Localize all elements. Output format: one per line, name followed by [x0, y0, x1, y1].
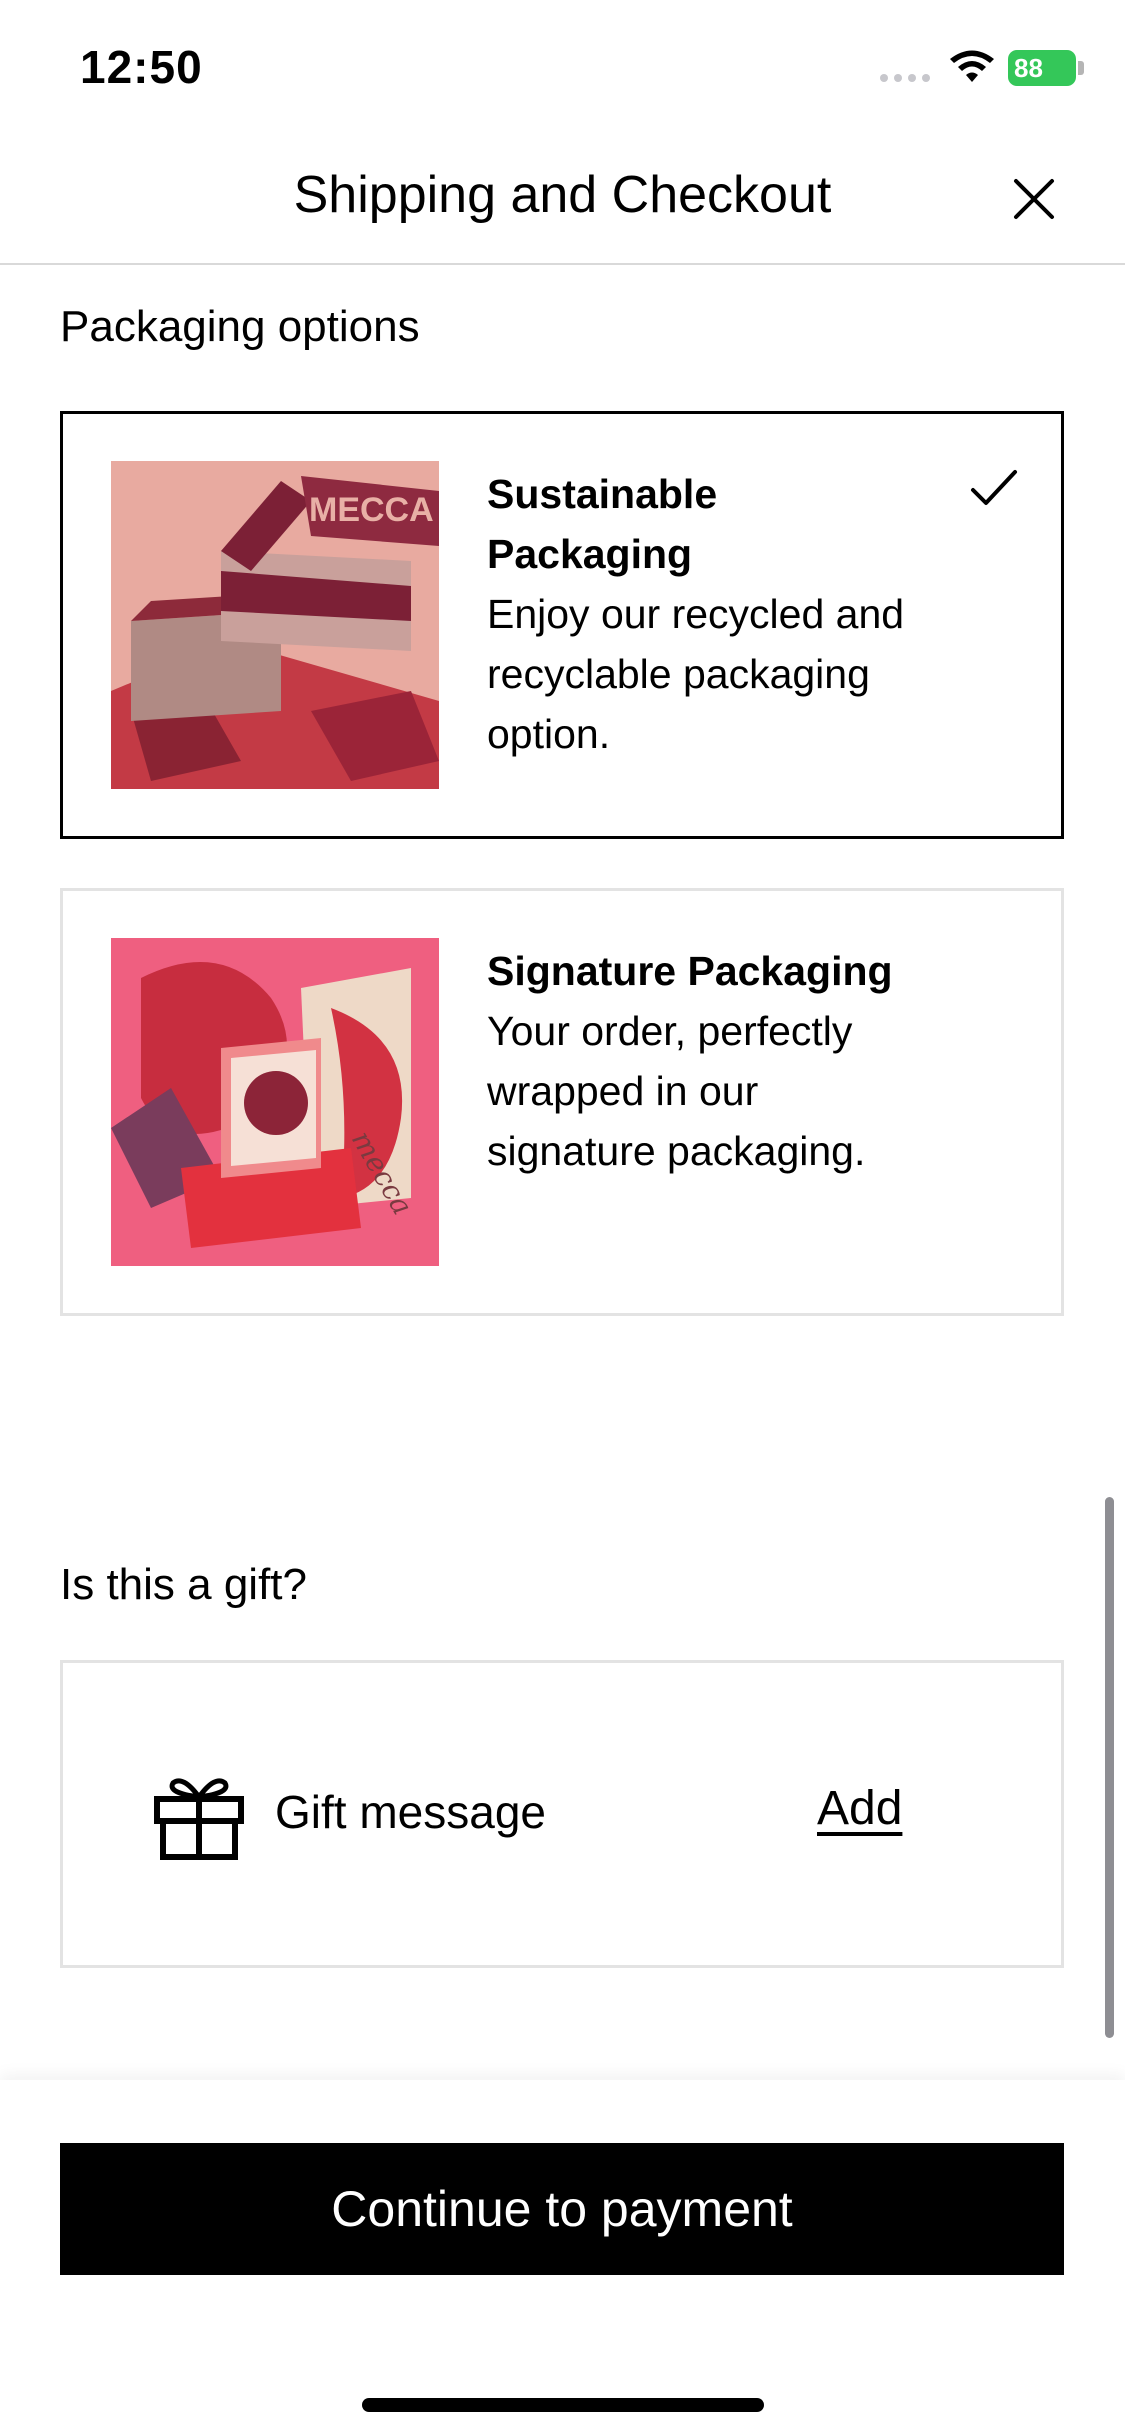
battery-level: 88	[1014, 53, 1043, 83]
image-brand-text: MECCA	[309, 491, 434, 529]
footer: Continue to payment	[0, 2080, 1125, 2436]
packaging-option-description: Enjoy our recycled and recyclable packag…	[487, 591, 905, 757]
gift-icon	[154, 1778, 244, 1860]
wifi-icon	[950, 50, 994, 82]
packaging-option-sustainable[interactable]: MECCA Sustainable Packaging Enjoy our re…	[60, 411, 1064, 839]
header: Shipping and Checkout	[0, 135, 1125, 265]
battery-charging-icon: 88	[1008, 50, 1076, 86]
battery-nub	[1078, 61, 1084, 75]
continue-to-payment-button[interactable]: Continue to payment	[60, 2143, 1064, 2275]
page-title: Shipping and Checkout	[293, 166, 832, 224]
checkmark-icon	[971, 470, 1017, 505]
status-time: 12:50	[80, 41, 203, 93]
status-bar: 12:50 88	[0, 0, 1125, 135]
packaging-section-title: Packaging options	[60, 302, 420, 351]
scrollbar[interactable]	[1105, 1497, 1114, 2038]
cellular-signal-icon	[880, 74, 930, 82]
gift-add-link[interactable]: Add	[817, 1781, 902, 1836]
close-icon[interactable]	[1010, 175, 1058, 223]
packaging-option-name: Signature Packaging	[487, 948, 893, 994]
sustainable-packaging-image: MECCA	[111, 461, 439, 789]
gift-message-label: Gift message	[275, 1786, 546, 1838]
signature-packaging-image: mecca	[111, 938, 439, 1266]
gift-message-card: Gift message Add	[60, 1660, 1064, 1968]
packaging-option-signature[interactable]: mecca Signature Packaging Your order, pe…	[60, 888, 1064, 1316]
gift-section-title: Is this a gift?	[60, 1560, 308, 1609]
packaging-option-description: Your order, perfectly wrapped in our sig…	[487, 1008, 866, 1174]
signature-packaging-text: Signature Packaging Your order, perfectl…	[487, 941, 927, 1181]
sustainable-packaging-text: Sustainable Packaging Enjoy our recycled…	[487, 464, 927, 764]
home-indicator[interactable]	[362, 2398, 764, 2412]
packaging-option-name: Sustainable Packaging	[487, 471, 718, 577]
